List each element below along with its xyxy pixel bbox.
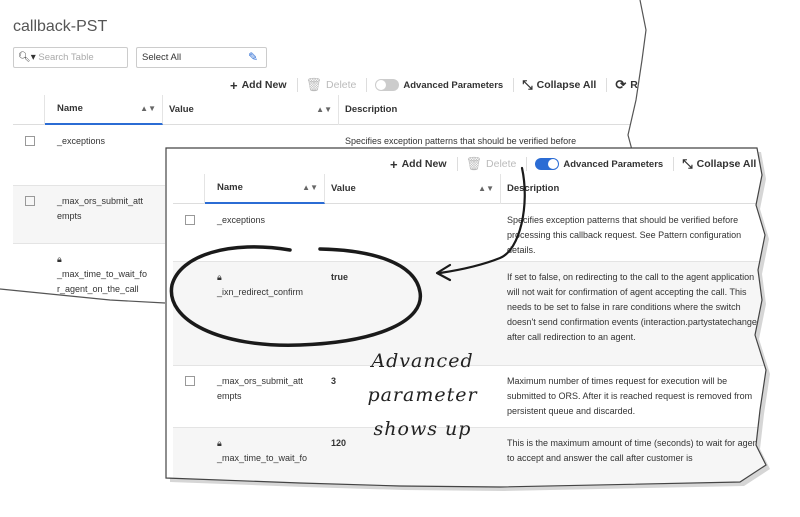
row-name: _max_time_to_wait_fo bbox=[217, 453, 308, 463]
toggle-switch-off bbox=[375, 79, 400, 91]
lock-icon: 🔒︎ bbox=[217, 272, 222, 282]
page-title: callback-PST bbox=[13, 18, 108, 35]
toolbar-divider bbox=[513, 78, 515, 92]
back-toolbar: + Add New 🗑︎ Delete Advanced Parameters ⤡ C… bbox=[230, 77, 646, 93]
row-name: _ixn_redirect_confirm bbox=[217, 287, 304, 297]
row-value bbox=[325, 205, 501, 261]
pencil-icon: ✎ bbox=[247, 50, 258, 64]
toolbar-divider bbox=[456, 157, 458, 171]
annotation-text: Advanced parameter shows up bbox=[367, 350, 478, 440]
search-input[interactable]: 🔍︎▾ Search Table bbox=[13, 47, 128, 68]
toolbar-divider bbox=[673, 157, 675, 171]
refresh-button[interactable]: ⟳Re bbox=[775, 156, 800, 172]
row-name: _max_time_to_wait_fo r_agent_on_the_call bbox=[57, 269, 148, 294]
value-column-header[interactable]: Value ▲▼ bbox=[325, 173, 501, 204]
row-name: _max_ors_submit_att empts bbox=[57, 196, 144, 221]
delete-button[interactable]: 🗑︎ Delete bbox=[466, 156, 517, 172]
toolbar-divider bbox=[526, 157, 528, 171]
search-placeholder: Search Table bbox=[38, 52, 94, 63]
row-description: If set to false, on redirecting to the c… bbox=[507, 272, 765, 342]
sort-icon: ▲▼ bbox=[478, 184, 494, 193]
row-name: _exceptions bbox=[57, 136, 106, 146]
lock-icon: 🔒︎ bbox=[217, 438, 222, 448]
row-description: This is the maximum amount of time (seco… bbox=[507, 438, 761, 463]
back-table-header: Name ▲▼ Value ▲▼ Description bbox=[13, 94, 633, 125]
refresh-icon: ⟳ bbox=[775, 156, 787, 171]
toolbar-divider bbox=[366, 78, 368, 92]
description-column-header[interactable]: Description bbox=[501, 174, 766, 204]
collapse-icon: ⤡ bbox=[682, 156, 693, 171]
refresh-button[interactable]: ⟳ Refresh bbox=[615, 77, 646, 93]
sort-icon: ▲▼ bbox=[316, 105, 332, 114]
toggle-switch-on bbox=[535, 158, 560, 170]
refresh-icon: ⟳ bbox=[615, 77, 627, 92]
add-new-button[interactable]: + Add New bbox=[230, 78, 287, 93]
select-column-header bbox=[173, 173, 205, 204]
row-description: Maximum number of times request for exec… bbox=[507, 376, 753, 416]
row-checkbox[interactable] bbox=[25, 196, 35, 206]
advanced-parameters-toggle[interactable]: Advanced Parameters bbox=[535, 158, 663, 170]
trash-icon: 🗑︎ bbox=[305, 77, 323, 92]
collapse-all-button[interactable]: ⤡ Collapse All bbox=[682, 156, 756, 172]
plus-icon: + bbox=[390, 156, 398, 172]
sort-icon: ▲▼ bbox=[302, 183, 318, 192]
add-new-button[interactable]: + Add New bbox=[390, 157, 447, 172]
select-all-dropdown[interactable]: Select All ✎ bbox=[136, 47, 267, 68]
toolbar-divider bbox=[606, 78, 608, 92]
search-icon: 🔍︎▾ bbox=[18, 52, 36, 63]
row-name: _max_ors_submit_att empts bbox=[217, 376, 304, 401]
trash-icon: 🗑︎ bbox=[465, 156, 483, 171]
delete-button[interactable]: 🗑︎ Delete bbox=[306, 77, 357, 93]
row-checkbox[interactable] bbox=[185, 376, 195, 386]
sort-icon: ▲▼ bbox=[140, 104, 156, 113]
collapse-icon: ⤡ bbox=[522, 77, 533, 92]
collapse-all-button[interactable]: ⤡ Collapse All bbox=[522, 77, 596, 93]
toolbar-divider bbox=[766, 157, 767, 171]
select-all-label: Select All bbox=[142, 52, 182, 63]
value-column-header[interactable]: Value ▲▼ bbox=[163, 94, 339, 125]
front-table-header: Name ▲▼ Value ▲▼ Description bbox=[173, 173, 766, 204]
select-column-header bbox=[13, 94, 45, 125]
row-checkbox[interactable] bbox=[25, 136, 35, 146]
name-column-header[interactable]: Name ▲▼ bbox=[205, 173, 325, 204]
lock-icon: 🔒︎ bbox=[57, 254, 62, 264]
toolbar-divider bbox=[296, 78, 298, 92]
table-row[interactable]: _exceptions Specifies exception patterns… bbox=[173, 205, 766, 262]
description-column-header[interactable]: Description bbox=[339, 95, 633, 125]
row-description: Specifies exception patterns that should… bbox=[507, 215, 742, 255]
front-toolbar: + Add New 🗑︎ Delete Advanced Parameters ⤡ C… bbox=[390, 156, 800, 172]
row-name: _exceptions bbox=[217, 215, 266, 225]
row-checkbox[interactable] bbox=[185, 215, 195, 225]
advanced-parameters-toggle[interactable]: Advanced Parameters bbox=[375, 79, 503, 91]
name-column-header[interactable]: Name ▲▼ bbox=[45, 94, 163, 125]
plus-icon: + bbox=[230, 77, 238, 93]
